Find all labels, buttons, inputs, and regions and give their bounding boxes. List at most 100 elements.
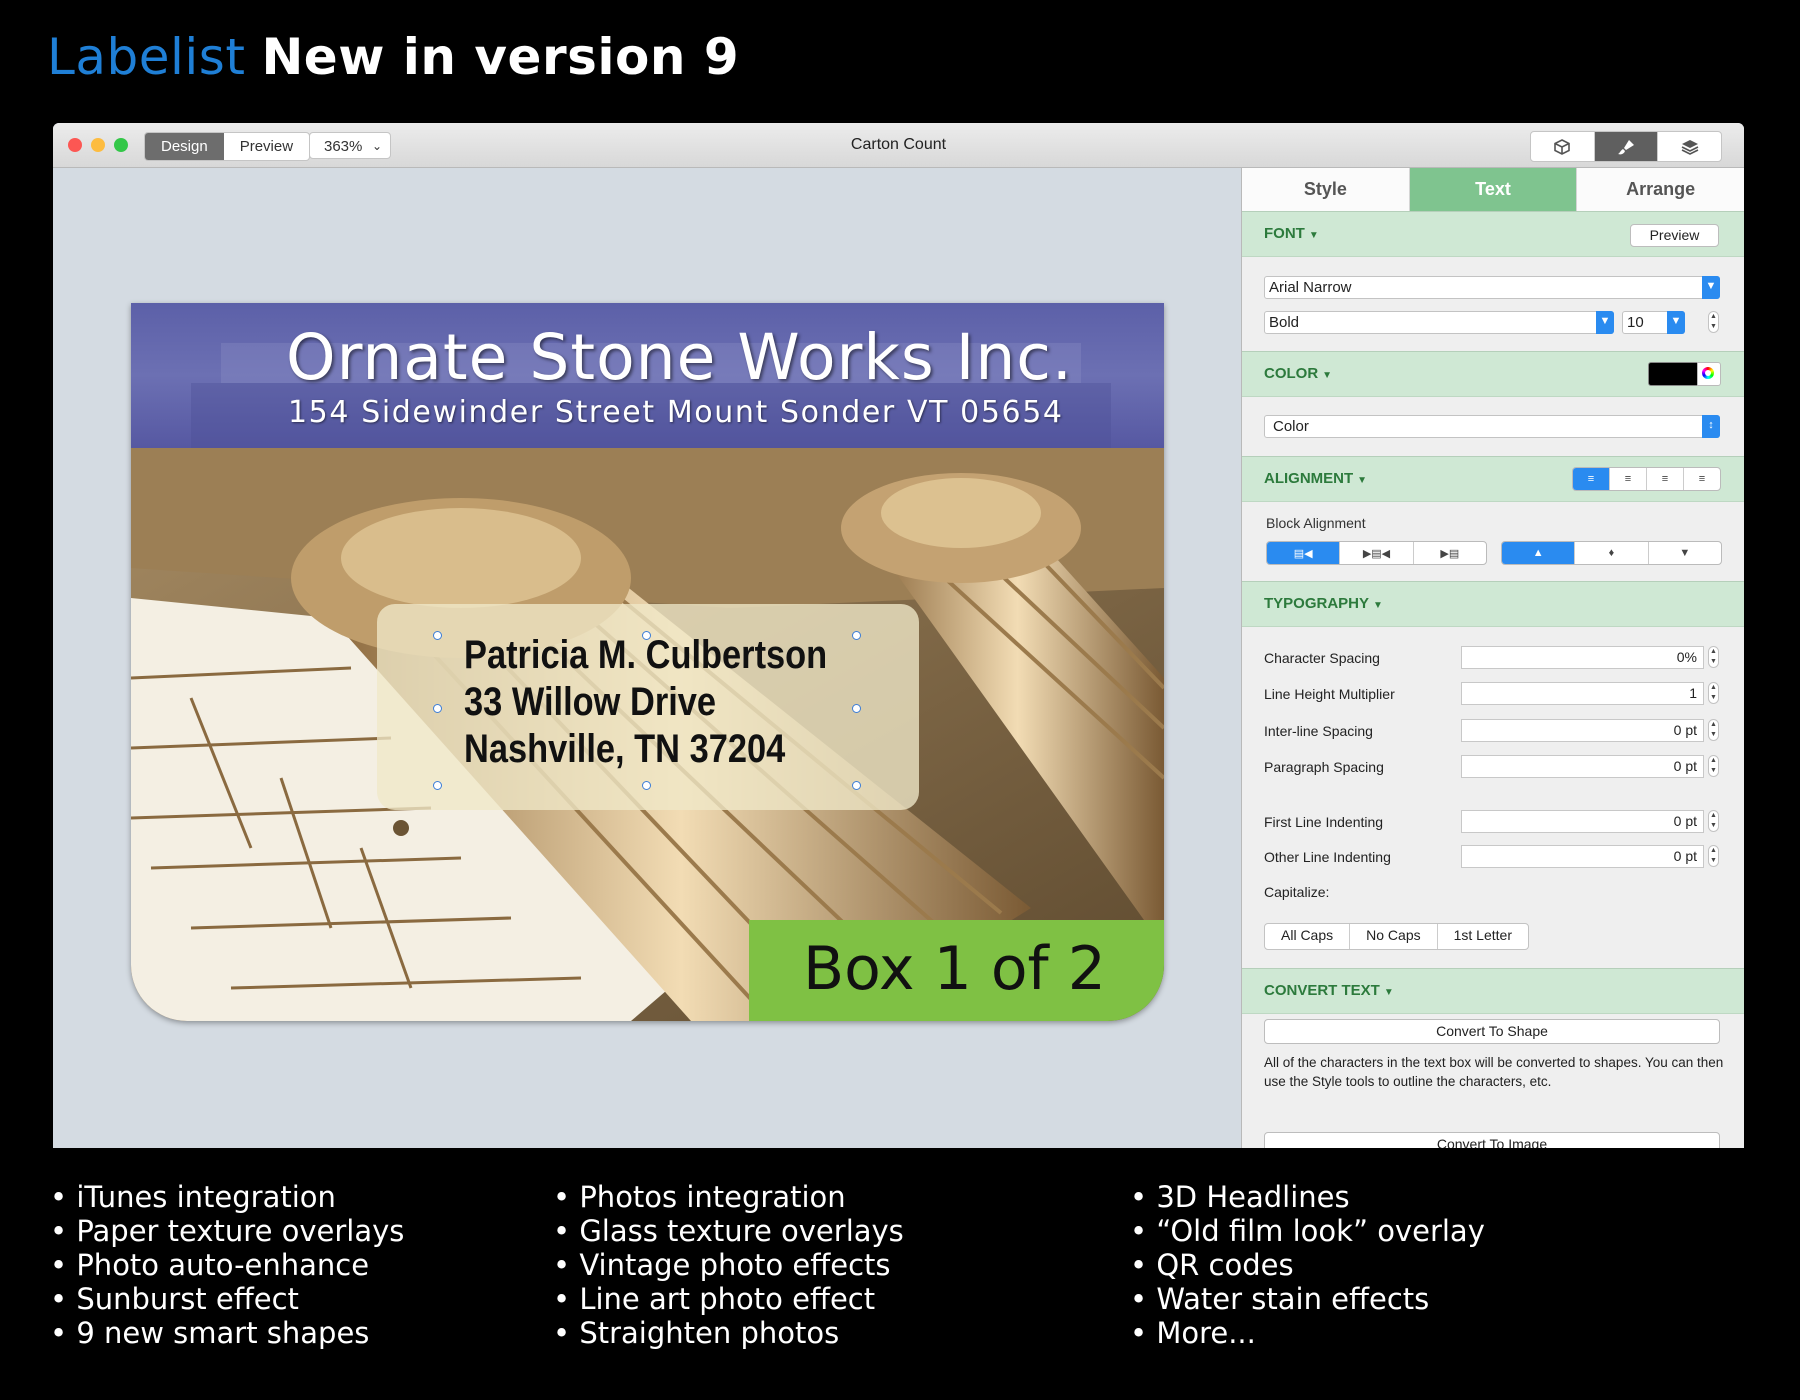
design-canvas[interactable]: Ornate Stone Works Inc. 154 Sidewinder S… bbox=[53, 168, 1241, 1148]
font-size-stepper[interactable]: ▲ ▼ bbox=[1708, 311, 1719, 333]
align-center-icon[interactable]: ≡ bbox=[1610, 468, 1647, 490]
block-align-bottom-icon[interactable]: ▼ bbox=[1649, 542, 1721, 564]
resize-handle[interactable] bbox=[852, 631, 861, 640]
font-weight-value: Bold bbox=[1269, 314, 1300, 331]
inter-line-spacing-field[interactable]: 0 pt bbox=[1461, 719, 1704, 742]
typography-section-header[interactable]: TYPOGRAPHY ▼ bbox=[1242, 581, 1744, 627]
feature-item: • iTunes integration bbox=[50, 1180, 336, 1214]
feature-item: • Glass texture overlays bbox=[553, 1214, 904, 1248]
font-family-select[interactable]: Arial Narrow ▼ bbox=[1264, 276, 1720, 299]
tab-text[interactable]: Text bbox=[1409, 168, 1578, 211]
layers-icon[interactable] bbox=[1658, 132, 1721, 161]
align-left-icon[interactable]: ≡ bbox=[1573, 468, 1610, 490]
convert-to-shape-button[interactable]: Convert To Shape bbox=[1264, 1019, 1720, 1044]
box-count-badge[interactable]: Box 1 of 2 bbox=[749, 920, 1164, 1021]
chevron-down-icon: ▼ bbox=[1702, 276, 1720, 299]
recipient-city[interactable]: Nashville, TN 37204 bbox=[464, 727, 785, 772]
feature-item: • 9 new smart shapes bbox=[50, 1316, 370, 1350]
chevron-down-icon: ▼ bbox=[1667, 311, 1685, 334]
block-align-middle-icon[interactable]: ♦ bbox=[1575, 542, 1649, 564]
vertical-block-alignment: ▲ ♦ ▼ bbox=[1501, 541, 1722, 565]
typography-heading: TYPOGRAPHY bbox=[1264, 595, 1370, 612]
feature-item: • 3D Headlines bbox=[1130, 1180, 1350, 1214]
font-size-select[interactable]: 10 ▼ bbox=[1622, 311, 1685, 334]
paragraph-spacing-field[interactable]: 0 pt bbox=[1461, 755, 1704, 778]
feature-list-2: • Photos integration • Glass texture ove… bbox=[553, 1180, 904, 1350]
inter-line-spacing-label: Inter-line Spacing bbox=[1264, 723, 1373, 739]
feature-item: • “Old film look” overlay bbox=[1130, 1214, 1485, 1248]
resize-handle[interactable] bbox=[852, 704, 861, 713]
first-letter-caps-option[interactable]: 1st Letter bbox=[1438, 924, 1528, 949]
tab-arrange[interactable]: Arrange bbox=[1577, 168, 1744, 211]
other-line-indent-label: Other Line Indenting bbox=[1264, 849, 1391, 865]
font-family-value: Arial Narrow bbox=[1269, 279, 1352, 296]
capitalize-control: All Caps No Caps 1st Letter bbox=[1264, 923, 1529, 950]
resize-handle[interactable] bbox=[852, 781, 861, 790]
font-weight-select[interactable]: Bold ▼ bbox=[1264, 311, 1614, 334]
company-name[interactable]: Ornate Stone Works Inc. bbox=[286, 321, 1073, 394]
font-preview-button[interactable]: Preview bbox=[1630, 224, 1719, 247]
feature-item: • Paper texture overlays bbox=[50, 1214, 405, 1248]
character-spacing-stepper[interactable]: ▲ ▼ bbox=[1708, 646, 1719, 668]
block-align-left-icon[interactable]: ▤◀ bbox=[1267, 542, 1341, 564]
box-count-text[interactable]: Box 1 of 2 bbox=[803, 934, 1106, 1004]
resize-handle[interactable] bbox=[642, 781, 651, 790]
app-window: Design Preview 363% ⌄ Carton Count Ornat… bbox=[53, 123, 1744, 1148]
brush-icon[interactable] bbox=[1594, 132, 1659, 161]
font-heading: FONT bbox=[1264, 225, 1305, 242]
alignment-heading: ALIGNMENT bbox=[1264, 470, 1354, 487]
text-alignment-control: ≡ ≡ ≡ ≡ bbox=[1572, 467, 1721, 491]
recipient-street[interactable]: 33 Willow Drive bbox=[464, 680, 716, 725]
other-line-indent-stepper[interactable]: ▲ ▼ bbox=[1708, 845, 1719, 867]
color-heading: COLOR bbox=[1264, 365, 1319, 382]
disclosure-triangle-icon: ▼ bbox=[1308, 230, 1319, 241]
feature-item: • Straighten photos bbox=[553, 1316, 840, 1350]
feature-list-1: • iTunes integration • Paper texture ove… bbox=[50, 1180, 404, 1350]
first-line-indent-stepper[interactable]: ▲ ▼ bbox=[1708, 810, 1719, 832]
convert-to-image-button[interactable]: Convert To Image bbox=[1264, 1132, 1720, 1148]
feature-list-3: • 3D Headlines • “Old film look” overlay… bbox=[1130, 1180, 1485, 1350]
brand-name: Labelist bbox=[47, 28, 246, 86]
convert-description: All of the characters in the text box wi… bbox=[1264, 1055, 1724, 1089]
capitalize-label: Capitalize: bbox=[1264, 884, 1330, 900]
line-height-stepper[interactable]: ▲ ▼ bbox=[1708, 682, 1719, 704]
resize-handle[interactable] bbox=[642, 631, 651, 640]
paragraph-spacing-stepper[interactable]: ▲ ▼ bbox=[1708, 755, 1719, 777]
all-caps-option[interactable]: All Caps bbox=[1265, 924, 1351, 949]
block-align-top-icon[interactable]: ▲ bbox=[1502, 542, 1576, 564]
resize-handle[interactable] bbox=[433, 631, 442, 640]
block-align-center-icon[interactable]: ▶▤◀ bbox=[1340, 542, 1414, 564]
first-line-indent-label: First Line Indenting bbox=[1264, 814, 1384, 830]
font-size-value: 10 bbox=[1627, 314, 1644, 331]
disclosure-triangle-icon: ▼ bbox=[1322, 370, 1333, 381]
resize-handle[interactable] bbox=[433, 704, 442, 713]
other-line-indent-field[interactable]: 0 pt bbox=[1461, 845, 1704, 868]
color-mode-value: Color bbox=[1273, 418, 1309, 435]
window-title: Carton Count bbox=[850, 136, 947, 153]
color-swatch[interactable] bbox=[1648, 362, 1698, 386]
align-justify-icon[interactable]: ≡ bbox=[1684, 468, 1720, 490]
label-artboard[interactable]: Ornate Stone Works Inc. 154 Sidewinder S… bbox=[131, 303, 1164, 1021]
block-align-right-icon[interactable]: ▶▤ bbox=[1414, 542, 1486, 564]
headline: Labelist New in version 9 bbox=[47, 28, 739, 86]
company-address[interactable]: 154 Sidewinder Street Mount Sonder VT 05… bbox=[288, 395, 1064, 430]
headline-text: New in version 9 bbox=[261, 28, 740, 86]
convert-text-heading: CONVERT TEXT bbox=[1264, 982, 1380, 999]
first-line-indent-field[interactable]: 0 pt bbox=[1461, 810, 1704, 833]
convert-text-section-header[interactable]: CONVERT TEXT ▼ bbox=[1242, 968, 1744, 1014]
tab-style[interactable]: Style bbox=[1242, 168, 1410, 211]
feature-item: • Line art photo effect bbox=[553, 1282, 876, 1316]
line-height-field[interactable]: 1 bbox=[1461, 682, 1704, 705]
disclosure-triangle-icon: ▼ bbox=[1357, 475, 1368, 486]
inter-line-spacing-stepper[interactable]: ▲ ▼ bbox=[1708, 719, 1719, 741]
character-spacing-field[interactable]: 0% bbox=[1461, 646, 1704, 669]
no-caps-option[interactable]: No Caps bbox=[1350, 924, 1438, 949]
color-mode-select[interactable]: Color ↕ bbox=[1264, 415, 1720, 438]
box-icon[interactable] bbox=[1531, 132, 1595, 161]
resize-handle[interactable] bbox=[433, 781, 442, 790]
feature-item: • More... bbox=[1130, 1316, 1256, 1350]
horizontal-block-alignment: ▤◀ ▶▤◀ ▶▤ bbox=[1266, 541, 1487, 565]
align-right-icon[interactable]: ≡ bbox=[1647, 468, 1684, 490]
color-wheel-icon[interactable] bbox=[1697, 362, 1721, 386]
line-height-label: Line Height Multiplier bbox=[1264, 686, 1395, 702]
